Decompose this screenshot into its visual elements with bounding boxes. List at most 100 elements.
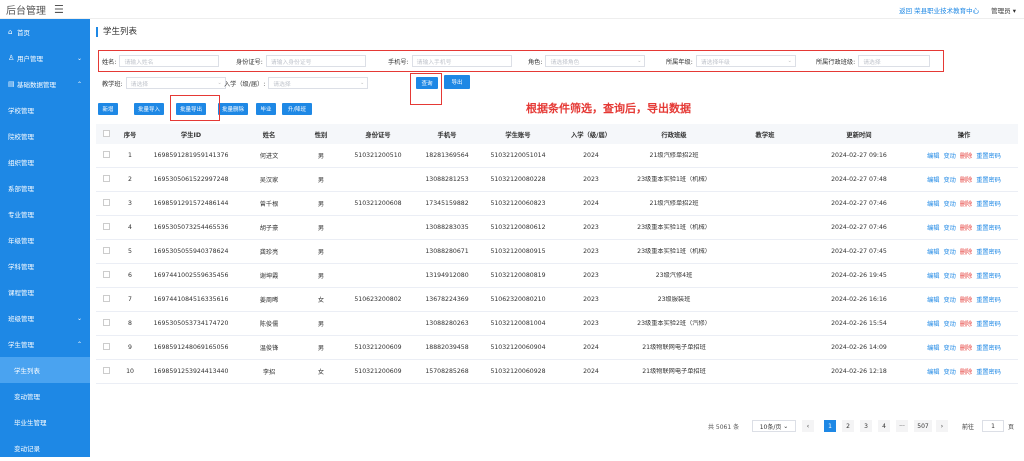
sidebar-item[interactable]: 毕业生管理 [0,409,90,435]
edit-link[interactable]: 编辑 [927,295,939,304]
table-cell: 510321200510 [354,152,402,159]
sidebar-item[interactable]: 学生管理 ⌃ [0,331,90,357]
edit-link[interactable]: 编辑 [927,199,939,208]
row-checkbox[interactable] [102,295,110,302]
delete-link[interactable]: 删除 [960,295,972,304]
teach-class-select[interactable]: 请选择 ⌄ [125,77,226,89]
reset-password-link[interactable]: 重置密码 [976,151,1001,160]
delete-link[interactable]: 删除 [960,151,972,160]
delete-link[interactable]: 删除 [960,271,972,280]
select-all-checkbox[interactable] [102,129,110,137]
page-4[interactable]: 4 [878,420,890,432]
change-link[interactable]: 变动 [943,319,955,328]
table-cell: 1698591291572486144 [153,200,229,207]
reset-password-link[interactable]: 重置密码 [976,271,1001,280]
table-cell: 51062320080210 [490,296,546,303]
delete-link[interactable]: 删除 [960,199,972,208]
edit-link[interactable]: 编辑 [927,175,939,184]
table-cell: 男 [317,345,325,352]
reset-password-link[interactable]: 重置密码 [976,247,1001,256]
edit-link[interactable]: 编辑 [927,271,939,280]
sidebar-item[interactable]: 学校管理 [0,97,90,123]
change-link[interactable]: 变动 [943,199,955,208]
page-507[interactable]: 507 [914,420,932,432]
delete-link[interactable]: 删除 [960,223,972,232]
reset-password-link[interactable]: 重置密码 [976,199,1001,208]
row-checkbox[interactable] [102,199,110,206]
delete-link[interactable]: 删除 [960,343,972,352]
user-menu[interactable]: 管理员 ▾ [991,5,1016,15]
change-link[interactable]: 变动 [943,367,955,376]
table-cell: 10 [126,368,134,375]
batch-delete-button[interactable]: 批量删除 [218,103,248,115]
sidebar-item[interactable]: 学科管理 [0,253,90,279]
delete-link[interactable]: 删除 [960,247,972,256]
reset-password-link[interactable]: 重置密码 [976,175,1001,184]
sidebar-item[interactable]: ⌂ 首页 [0,19,90,45]
prev-page-button[interactable]: ‹ [802,420,814,432]
row-actions: 编辑 变动 删除 重置密码 [910,343,1018,352]
sidebar-item[interactable]: ▤ 基础数据管理 ⌃ [0,71,90,97]
page-2[interactable]: 2 [842,420,854,432]
row-checkbox[interactable] [102,175,110,182]
delete-link[interactable]: 删除 [960,175,972,184]
export-button[interactable]: 导出 [444,75,470,89]
reset-password-link[interactable]: 重置密码 [976,343,1001,352]
row-checkbox[interactable] [102,367,110,374]
sidebar-item[interactable]: 组织管理 [0,149,90,175]
edit-link[interactable]: 编辑 [927,151,939,160]
row-checkbox[interactable] [102,223,110,230]
table-cell: 2024 [583,368,599,375]
sidebar-item[interactable]: 班级管理 ⌄ [0,305,90,331]
enroll-select[interactable]: 请选择 ⌄ [268,77,369,89]
edit-link[interactable]: 编辑 [927,319,939,328]
table-row: 5 1695305055940378624 龚珍亮 男 13088280671 51032… [96,240,1018,264]
change-link[interactable]: 变动 [943,223,955,232]
row-checkbox[interactable] [102,247,110,254]
change-link[interactable]: 变动 [943,175,955,184]
sidebar-item[interactable]: 变动记录 [0,435,90,461]
menu-toggle-icon[interactable]: ☰ [54,3,64,16]
row-checkbox[interactable] [102,151,110,158]
teach-class-label: 教学班: [102,80,123,88]
reset-password-link[interactable]: 重置密码 [976,367,1001,376]
reset-password-link[interactable]: 重置密码 [976,295,1001,304]
home-link[interactable]: 返回 荣县职业技术教育中心 [899,5,979,15]
sidebar-item[interactable]: 院校管理 [0,123,90,149]
edit-link[interactable]: 编辑 [927,367,939,376]
page-1[interactable]: 1 [824,420,836,432]
page-size-select[interactable]: 10条/页 ⌄ [752,420,796,432]
sidebar-item[interactable]: 学生列表 [0,357,90,383]
delete-link[interactable]: 删除 [960,319,972,328]
next-page-button[interactable]: › [936,420,948,432]
sidebar-item[interactable]: ♙ 用户管理 ⌄ [0,45,90,71]
row-checkbox[interactable] [102,343,110,350]
graduate-button[interactable]: 毕业 [256,103,276,115]
change-link[interactable]: 变动 [943,295,955,304]
page-3[interactable]: 3 [860,420,872,432]
change-link[interactable]: 变动 [943,151,955,160]
batch-import-button[interactable]: 批量导入 [134,103,164,115]
change-link[interactable]: 变动 [943,247,955,256]
row-checkbox[interactable] [102,271,110,278]
edit-link[interactable]: 编辑 [927,247,939,256]
page-ellipsis[interactable]: ··· [896,420,908,432]
upgrade-button[interactable]: 升/降班 [282,103,312,115]
table-cell: 胡子豪 [259,225,279,232]
reset-password-link[interactable]: 重置密码 [976,223,1001,232]
goto-page-input[interactable]: 1 [982,420,1004,432]
change-link[interactable]: 变动 [943,271,955,280]
sidebar-item[interactable]: 变动管理 [0,383,90,409]
reset-password-link[interactable]: 重置密码 [976,319,1001,328]
add-button[interactable]: 新增 [98,103,118,115]
sidebar-item[interactable]: 课程管理 [0,279,90,305]
sidebar-item[interactable]: 专业管理 [0,201,90,227]
column-header: 姓名 [262,131,276,139]
edit-link[interactable]: 编辑 [927,343,939,352]
sidebar-item[interactable]: 系部管理 [0,175,90,201]
row-checkbox[interactable] [102,319,110,326]
edit-link[interactable]: 编辑 [927,223,939,232]
delete-link[interactable]: 删除 [960,367,972,376]
sidebar-item[interactable]: 年级管理 [0,227,90,253]
change-link[interactable]: 变动 [943,343,955,352]
